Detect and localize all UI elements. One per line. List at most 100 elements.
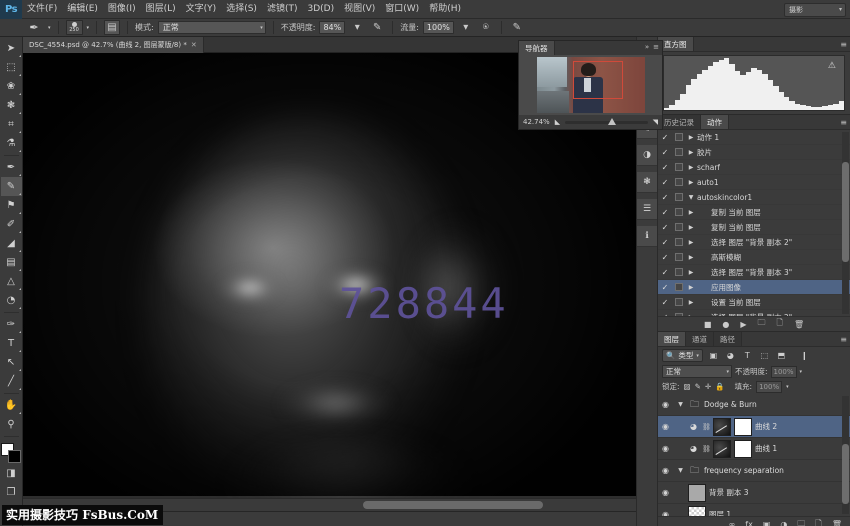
expand-triangle-icon[interactable]: ▶ xyxy=(685,254,697,261)
filter-pixel-icon[interactable]: ▣ xyxy=(707,349,720,362)
layers-scrollbar[interactable] xyxy=(842,396,849,514)
double-arrow-icon[interactable]: » xyxy=(645,43,649,51)
action-row[interactable]: ✓▶复制 当前 图层 xyxy=(658,220,850,235)
action-enabled-checkbox[interactable]: ✓ xyxy=(658,178,672,187)
menu-edit[interactable]: 编辑(E) xyxy=(62,0,103,19)
blur-tool[interactable]: △ xyxy=(1,272,22,291)
filter-shape-icon[interactable]: ⬚ xyxy=(758,349,771,362)
tab-history[interactable]: 历史记录 xyxy=(658,115,701,129)
filter-type-icon[interactable]: T xyxy=(741,349,754,362)
menu-image[interactable]: 图像(I) xyxy=(103,0,141,19)
shape-tool[interactable]: ╱ xyxy=(1,372,22,391)
action-row[interactable]: ✓▼autoskincolor1 xyxy=(658,190,850,205)
scrollbar-thumb[interactable] xyxy=(842,444,849,504)
lock-transparent-icon[interactable]: ▨ xyxy=(684,382,691,391)
layer-thumbnail[interactable] xyxy=(713,418,731,436)
action-dialog-toggle[interactable] xyxy=(672,178,685,186)
zoom-in-icon[interactable]: ◥ xyxy=(653,118,658,126)
layer-visibility-icon[interactable]: ◉ xyxy=(658,400,673,409)
action-enabled-checkbox[interactable]: ✓ xyxy=(658,238,672,247)
gradient-tool[interactable]: ▤ xyxy=(1,253,22,272)
brush-panel-icon[interactable]: ▤ xyxy=(104,20,120,35)
zoom-out-icon[interactable]: ◣ xyxy=(555,118,560,126)
expand-triangle-icon[interactable]: ▶ xyxy=(685,269,697,276)
expand-triangle-icon[interactable]: ▼ xyxy=(676,467,685,474)
action-enabled-checkbox[interactable]: ✓ xyxy=(658,298,672,307)
navigator-zoom-value[interactable]: 42.74% xyxy=(523,118,550,126)
panel-menu-icon[interactable]: ≡ xyxy=(840,335,847,344)
blend-mode-select[interactable]: 正常 ▾ xyxy=(158,21,266,34)
menu-file[interactable]: 文件(F) xyxy=(22,0,62,19)
link-mask-icon[interactable]: ⛓ xyxy=(702,423,710,431)
brush-tool[interactable]: ✎ xyxy=(1,177,22,196)
filter-adjustment-icon[interactable]: ◕ xyxy=(724,349,737,362)
color-swatches[interactable] xyxy=(0,442,22,464)
new-set-icon[interactable]: 🗀 xyxy=(758,317,766,331)
history-brush-tool[interactable]: ✐ xyxy=(1,215,22,234)
lock-position-icon[interactable]: ✛ xyxy=(705,382,711,391)
brush-presets-panel-icon[interactable]: ❃ xyxy=(637,172,657,193)
tab-layers[interactable]: 图层 xyxy=(658,332,686,346)
action-dialog-toggle[interactable] xyxy=(672,313,685,316)
expand-triangle-icon[interactable]: ▼ xyxy=(676,401,685,408)
layer-style-icon[interactable]: fx xyxy=(745,520,753,526)
scrollbar-thumb[interactable] xyxy=(842,162,849,262)
path-selection-tool[interactable]: ↖ xyxy=(1,353,22,372)
layer-thumbnail[interactable] xyxy=(688,506,706,517)
tab-paths[interactable]: 路径 xyxy=(714,332,742,346)
layer-mask-icon[interactable]: ▣ xyxy=(763,520,771,526)
marquee-tool[interactable]: ⬚ xyxy=(1,58,22,77)
panel-menu-icon[interactable]: ≡ xyxy=(653,43,659,51)
expand-triangle-icon[interactable]: ▶ xyxy=(685,314,697,317)
action-enabled-checkbox[interactable]: ✓ xyxy=(658,283,672,292)
close-icon[interactable]: ✕ xyxy=(191,41,197,49)
action-row[interactable]: ✓▶scharf xyxy=(658,160,850,175)
masks-panel-icon[interactable]: ◑ xyxy=(637,145,657,166)
layer-row[interactable]: ◉图层 1 xyxy=(658,504,850,516)
menu-help[interactable]: 帮助(H) xyxy=(424,0,466,19)
action-row[interactable]: ✓▶胶片 xyxy=(658,145,850,160)
menu-view[interactable]: 视图(V) xyxy=(339,0,380,19)
new-group-icon[interactable]: 🗀 xyxy=(797,518,805,526)
menu-layer[interactable]: 图层(L) xyxy=(141,0,181,19)
layer-opacity-input[interactable]: 100% xyxy=(771,366,797,378)
lasso-tool[interactable]: ❀ xyxy=(1,77,22,96)
link-layers-icon[interactable]: ∞ xyxy=(729,520,736,526)
filter-toggle-icon[interactable]: ❙ xyxy=(798,349,811,362)
slider-knob[interactable] xyxy=(608,118,616,125)
properties-panel-icon[interactable]: ☰ xyxy=(637,199,657,220)
opacity-input[interactable]: 84% xyxy=(319,21,345,34)
layer-visibility-icon[interactable]: ◉ xyxy=(658,510,673,516)
delete-icon[interactable]: 🗑 xyxy=(794,320,804,329)
layer-visibility-icon[interactable]: ◉ xyxy=(658,466,673,475)
pen-tool[interactable]: ✑ xyxy=(1,315,22,334)
action-enabled-checkbox[interactable]: ✓ xyxy=(658,193,672,202)
action-dialog-toggle[interactable] xyxy=(672,253,685,261)
expand-triangle-icon[interactable]: ▶ xyxy=(685,284,697,291)
background-color-swatch[interactable] xyxy=(8,450,21,463)
actions-list[interactable]: ✓▶动作 1✓▶胶片✓▶scharf✓▶auto1✓▼autoskincolor… xyxy=(658,130,850,316)
airbrush-icon[interactable]: ⍟ xyxy=(478,20,494,35)
layer-mask-thumbnail[interactable] xyxy=(734,418,752,436)
action-enabled-checkbox[interactable]: ✓ xyxy=(658,223,672,232)
action-dialog-toggle[interactable] xyxy=(672,283,685,291)
action-row[interactable]: ✓▶应用图像 xyxy=(658,280,850,295)
new-fill-adjustment-icon[interactable]: ◑ xyxy=(780,520,787,526)
lock-all-icon[interactable]: 🔒 xyxy=(715,382,724,391)
action-dialog-toggle[interactable] xyxy=(672,163,685,171)
menu-filter[interactable]: 滤镜(T) xyxy=(262,0,303,19)
brush-preset-chevron-icon[interactable]: ▾ xyxy=(48,25,51,31)
quick-mask-icon[interactable]: ◨ xyxy=(1,464,22,483)
action-dialog-toggle[interactable] xyxy=(672,298,685,306)
brush-size-field[interactable]: 250 xyxy=(66,20,83,35)
crop-tool[interactable]: ⌗ xyxy=(1,115,22,134)
action-row[interactable]: ✓▶设置 当前 图层 xyxy=(658,295,850,310)
action-dialog-toggle[interactable] xyxy=(672,148,685,156)
action-row[interactable]: ✓▶选择 图层 "背景 副本 2" xyxy=(658,310,850,316)
layer-fill-input[interactable]: 100% xyxy=(756,381,782,393)
action-dialog-toggle[interactable] xyxy=(672,208,685,216)
hand-tool[interactable]: ✋ xyxy=(1,396,22,415)
opacity-flyout-icon[interactable]: ▾ xyxy=(800,369,803,375)
expand-triangle-icon[interactable]: ▶ xyxy=(685,239,697,246)
workspace-selector[interactable]: 摄影 ▾ xyxy=(784,3,846,17)
